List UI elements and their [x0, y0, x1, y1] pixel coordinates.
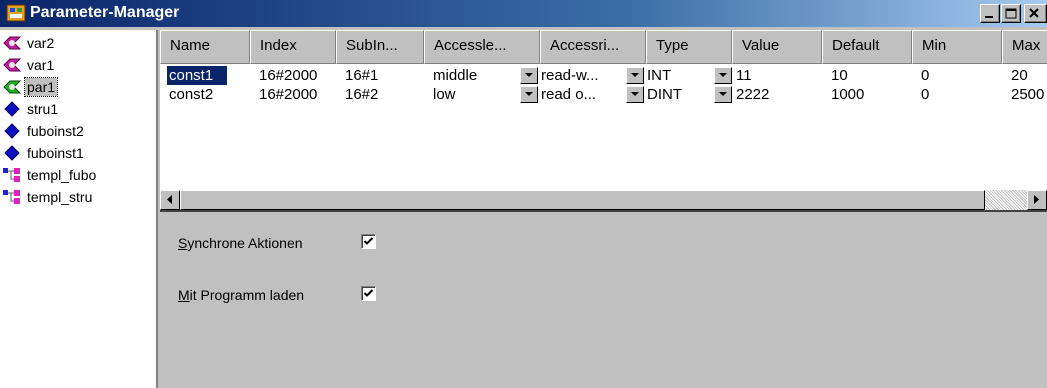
tree-item-label: var1 [27, 57, 55, 73]
parameter-table[interactable]: Name Index SubIn... Accessle... Accessri… [160, 30, 1047, 210]
tree-item-label: fuboinst1 [27, 145, 84, 161]
scrollbar-thumb[interactable] [180, 190, 985, 210]
cell-type[interactable]: DINT [644, 85, 714, 104]
cell-accesslevel[interactable]: low [424, 85, 520, 104]
cell-max[interactable]: 20 [1002, 66, 1047, 85]
tree-item-fuboinst1[interactable]: fuboinst1 [2, 142, 86, 164]
load-with-program-label: Mit Programm laden [178, 287, 305, 303]
parameter-manager-window: Parameter-Manager var2 var1 par1 stru1 f… [0, 0, 1047, 388]
dropdown-arrow-icon [719, 73, 727, 77]
cell-max[interactable]: 2500 [1002, 85, 1047, 104]
arrow-right-icon [1034, 195, 1039, 204]
tree-item-stru1[interactable]: stru1 [2, 98, 60, 120]
minimize-icon [985, 16, 993, 18]
tree-item-label: templ_stru [27, 189, 93, 205]
accessright-dropdown-button[interactable] [626, 67, 644, 84]
template-icon [3, 168, 20, 182]
scroll-right-button[interactable] [1027, 190, 1047, 210]
tree-item-par1[interactable]: par1 [2, 76, 59, 98]
cell-name[interactable]: const1 [167, 66, 227, 85]
title-bar[interactable]: Parameter-Manager [0, 0, 1047, 27]
cell-default[interactable]: 1000 [822, 85, 912, 104]
tree-item-label: templ_fubo [27, 167, 97, 183]
template-icon [3, 190, 20, 204]
maximize-button[interactable] [1001, 4, 1021, 23]
dropdown-arrow-icon [525, 73, 533, 77]
cell-index[interactable]: 16#2000 [250, 85, 336, 104]
tree-item-label: var2 [27, 35, 55, 51]
column-header-name[interactable]: Name [160, 30, 250, 64]
checkmark-icon [363, 237, 374, 245]
column-header-type[interactable]: Type [646, 30, 732, 64]
tree-item-templ-stru[interactable]: templ_stru [2, 186, 94, 208]
column-header-default[interactable]: Default [822, 30, 912, 64]
close-icon [1029, 8, 1039, 18]
cell-min[interactable]: 0 [912, 85, 1002, 104]
minimize-button[interactable] [980, 4, 1000, 23]
load-with-program-checkbox[interactable] [361, 286, 376, 301]
type-dropdown-button[interactable] [714, 67, 732, 84]
horizontal-scrollbar[interactable] [160, 190, 1047, 210]
tree-item-label: par1 [23, 77, 59, 97]
cell-type[interactable]: INT [644, 66, 714, 85]
tree-item-templ-fubo[interactable]: templ_fubo [2, 164, 98, 186]
type-dropdown-button[interactable] [714, 86, 732, 103]
dropdown-arrow-icon [631, 92, 639, 96]
tree-item-var1[interactable]: var1 [2, 54, 56, 76]
object-tree[interactable]: var2 var1 par1 stru1 fuboinst2 fuboinst1… [0, 30, 158, 388]
par-icon [3, 80, 22, 94]
cell-accessright[interactable]: read-w... [538, 66, 626, 85]
tree-item-fuboinst2[interactable]: fuboinst2 [2, 120, 86, 142]
window-title: Parameter-Manager [30, 4, 180, 21]
accessright-dropdown-button[interactable] [626, 86, 644, 103]
sync-actions-label: Synchrone Aktionen [178, 235, 303, 251]
tree-item-var2[interactable]: var2 [2, 32, 56, 54]
column-header-max[interactable]: Max [1002, 30, 1047, 64]
dropdown-arrow-icon [525, 92, 533, 96]
cell-subindex[interactable]: 16#2 [336, 85, 424, 104]
tree-item-label: fuboinst2 [27, 123, 84, 139]
column-header-value[interactable]: Value [732, 30, 822, 64]
table-row[interactable]: const2 16#2000 16#2 low read o... DINT 2… [160, 85, 1047, 104]
column-header-accesslevel[interactable]: Accessle... [424, 30, 540, 64]
column-header-accessright[interactable]: Accessri... [540, 30, 646, 64]
arrow-left-icon [167, 195, 172, 204]
column-header-subindex[interactable]: SubIn... [336, 30, 424, 64]
cell-name[interactable]: const2 [160, 85, 250, 104]
parameter-manager-icon [6, 4, 26, 22]
maximize-icon [1005, 8, 1017, 19]
sync-actions-checkbox[interactable] [361, 234, 376, 249]
cell-subindex[interactable]: 16#1 [336, 66, 424, 85]
close-button[interactable] [1024, 4, 1047, 23]
table-row[interactable]: const1 16#2000 16#1 middle read-w... INT… [160, 66, 1047, 85]
diamond-icon [4, 101, 20, 117]
detail-pane: Name Index SubIn... Accessle... Accessri… [160, 30, 1047, 388]
var-icon [3, 36, 22, 50]
cell-index[interactable]: 16#2000 [250, 66, 336, 85]
cell-value[interactable]: 11 [732, 66, 822, 85]
cell-min[interactable]: 0 [912, 66, 1002, 85]
dropdown-arrow-icon [719, 92, 727, 96]
scroll-left-button[interactable] [160, 190, 180, 210]
scrollbar-track[interactable] [985, 190, 1027, 210]
diamond-icon [4, 145, 20, 161]
dropdown-arrow-icon [631, 73, 639, 77]
column-header-index[interactable]: Index [250, 30, 336, 64]
cell-default[interactable]: 10 [822, 66, 912, 85]
var-icon [3, 58, 22, 72]
checkmark-icon [363, 289, 374, 297]
cell-accesslevel[interactable]: middle [424, 66, 520, 85]
diamond-icon [4, 123, 20, 139]
cell-value[interactable]: 2222 [732, 85, 822, 104]
accesslevel-dropdown-button[interactable] [520, 67, 538, 84]
column-header-min[interactable]: Min [912, 30, 1002, 64]
tree-item-label: stru1 [27, 101, 59, 117]
cell-accessright[interactable]: read o... [538, 85, 626, 104]
accesslevel-dropdown-button[interactable] [520, 86, 538, 103]
properties-panel: Synchrone Aktionen Mit Programm laden [160, 214, 1047, 388]
